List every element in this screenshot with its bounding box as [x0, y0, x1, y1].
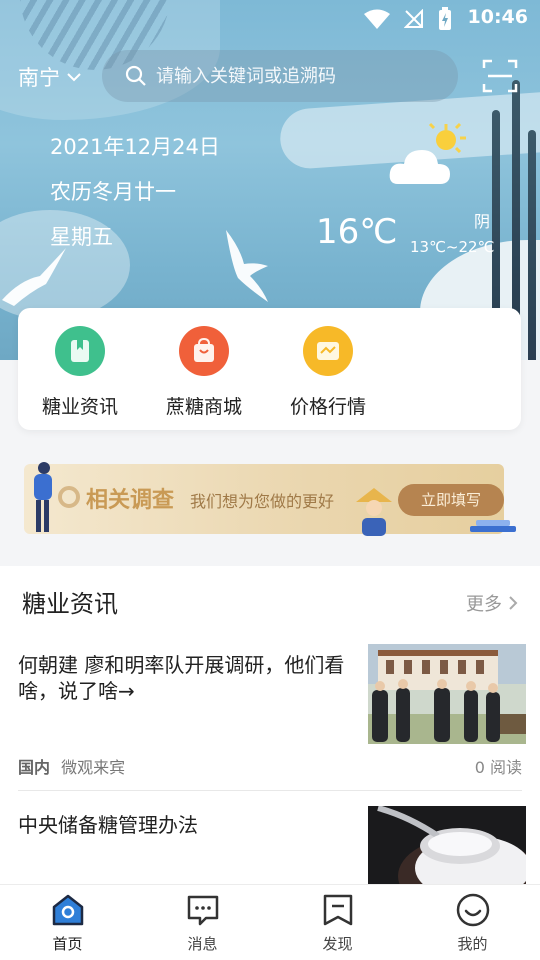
more-link[interactable]: 更多 [466, 590, 518, 616]
temperature: 16℃ [316, 212, 398, 252]
news-title: 中央储备糖管理办法 [18, 813, 198, 837]
sugarcane-decoration [528, 130, 536, 360]
chevron-down-icon [67, 73, 81, 82]
news-section: 糖业资讯 更多 何朝建 廖和明率队开展调研，他们看啥，说了啥→ 国内 微观来宾 … [0, 566, 540, 886]
section-title: 糖业资讯 [22, 590, 118, 618]
news-meta: 国内 微观来宾 [18, 754, 125, 778]
bottom-tab-bar: 首页 消息 发现 我的 [0, 884, 540, 960]
shopping-bag-icon [179, 326, 229, 376]
quick-item-label: 蔗糖商城 [165, 396, 242, 418]
quick-menu: 糖业资讯 蔗糖商城 价格行情 [18, 308, 521, 430]
person-illustration [34, 462, 52, 532]
city-label: 南宁 [18, 66, 60, 90]
news-category: 国内 [18, 758, 51, 777]
quick-item-prices[interactable]: 价格行情 [266, 326, 390, 419]
search-input[interactable] [156, 65, 436, 87]
quick-item-label: 价格行情 [289, 396, 366, 418]
chart-icon [303, 326, 353, 376]
books-illustration [470, 520, 516, 532]
news-thumbnail [368, 806, 526, 884]
weekday: 星期五 [50, 225, 113, 249]
city-selector[interactable]: 南宁 [18, 62, 82, 92]
chevron-right-icon [509, 596, 518, 610]
discover-icon [323, 894, 352, 926]
status-time: 10:46 [467, 6, 528, 28]
quick-item-mall[interactable]: 蔗糖商城 [142, 326, 266, 419]
tab-label: 消息 [187, 935, 218, 953]
battery-charging-icon [439, 7, 451, 30]
quick-item-label: 糖业资讯 [41, 396, 118, 418]
book-icon [55, 326, 105, 376]
status-bar: 10:46 [0, 0, 540, 36]
tab-label: 发现 [322, 935, 353, 953]
home-icon [52, 894, 83, 926]
tab-label: 首页 [52, 935, 83, 953]
tab-label: 我的 [457, 935, 488, 953]
date-block: 2021年12月24日 农历冬月廿一 星期五 [50, 130, 220, 265]
temperature-range: 13℃~22℃ [410, 238, 495, 256]
gregorian-date: 2021年12月24日 [50, 135, 220, 159]
farmer-illustration [356, 488, 392, 536]
divider [18, 790, 522, 791]
fill-survey-button[interactable]: 立即填写 [398, 484, 504, 516]
tab-profile[interactable]: 我的 [405, 891, 540, 954]
search-bar[interactable] [102, 50, 458, 102]
hero-header: 10:46 南宁 2021年12月24日 农历冬月廿一 星期五 [0, 0, 540, 360]
quick-item-news[interactable]: 糖业资讯 [18, 326, 142, 419]
partly-cloudy-icon [389, 122, 466, 184]
profile-icon [456, 893, 489, 927]
tab-discover[interactable]: 发现 [270, 891, 405, 954]
weather-condition: 阴 [474, 212, 491, 231]
seagull-decoration [226, 230, 268, 302]
search-icon [125, 65, 146, 86]
no-signal-icon [404, 9, 423, 28]
tab-messages[interactable]: 消息 [135, 891, 270, 954]
banner-title: 相关调查 [86, 488, 175, 513]
message-icon [187, 895, 218, 926]
lunar-date: 农历冬月廿一 [50, 180, 176, 204]
news-item[interactable]: 何朝建 廖和明率队开展调研，他们看啥，说了啥→ 国内 微观来宾 0 阅读 [0, 644, 540, 790]
news-title: 何朝建 廖和明率队开展调研，他们看啥，说了啥→ [18, 653, 345, 703]
survey-banner[interactable]: 相关调查 我们想为您做的更好 立即填写 [24, 462, 516, 536]
tab-home[interactable]: 首页 [0, 891, 135, 954]
news-item[interactable]: 中央储备糖管理办法 [0, 806, 540, 886]
wifi-icon [364, 9, 390, 29]
scan-icon[interactable] [482, 58, 518, 94]
news-source: 微观来宾 [61, 758, 126, 777]
more-label: 更多 [466, 594, 502, 615]
news-read-count: 0 阅读 [474, 758, 522, 777]
magnifier-icon [58, 486, 80, 508]
news-thumbnail [368, 644, 526, 744]
banner-subtitle: 我们想为您做的更好 [190, 492, 335, 511]
